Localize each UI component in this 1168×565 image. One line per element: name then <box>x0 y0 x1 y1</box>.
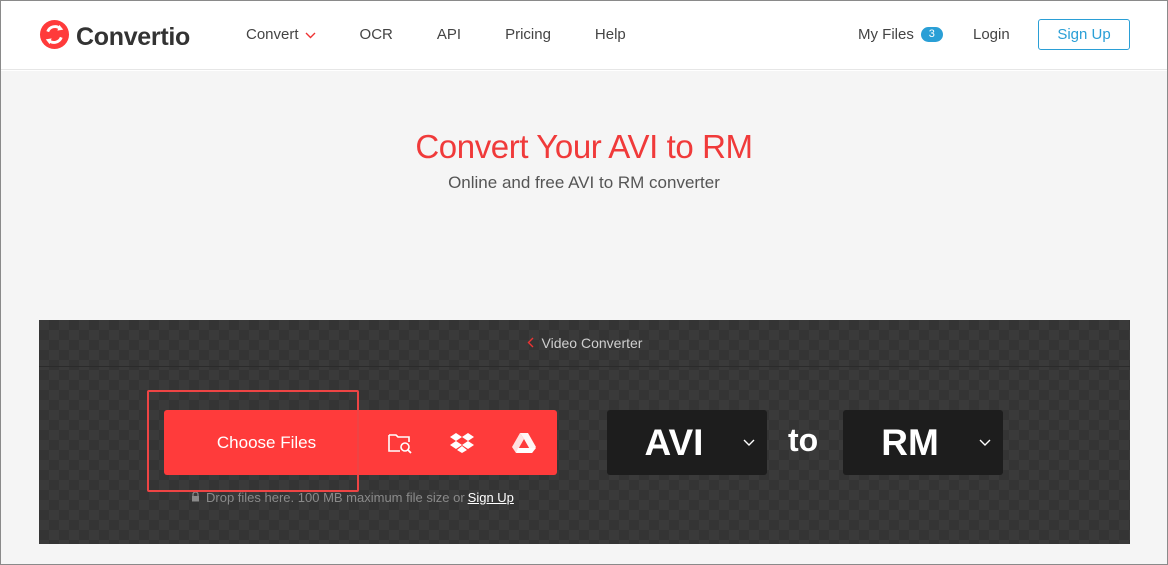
converter-breadcrumb[interactable]: Video Converter <box>39 320 1130 367</box>
main-nav: Convert OCR API Pricing Help <box>246 26 670 43</box>
convertio-logo-icon <box>39 19 70 55</box>
drop-files-note: Drop files here. 100 MB maximum file siz… <box>191 490 514 505</box>
to-format-value: RM <box>881 421 939 463</box>
to-label: to <box>788 422 819 458</box>
hero-section: Convert Your AVI to RM Online and free A… <box>1 71 1167 564</box>
converter-panel: Video Converter Choose Files Drop files … <box>39 320 1130 544</box>
google-drive-icon[interactable] <box>493 410 555 475</box>
nav-pricing[interactable]: Pricing <box>505 26 551 43</box>
nav-api[interactable]: API <box>437 26 461 43</box>
upload-button-group: Choose Files <box>164 410 557 475</box>
signup-button[interactable]: Sign Up <box>1038 19 1130 50</box>
drop-note-signup-link[interactable]: Sign Up <box>468 490 514 505</box>
top-header: Convertio Convert OCR API Pricing Help M… <box>1 1 1167 70</box>
page-subtitle: Online and free AVI to RM converter <box>448 173 720 192</box>
my-files-count-badge: 3 <box>920 27 943 42</box>
nav-convert-label: Convert <box>246 26 299 43</box>
choose-files-button[interactable]: Choose Files <box>164 410 369 475</box>
my-files-link[interactable]: My Files 3 <box>858 26 943 43</box>
nav-help[interactable]: Help <box>595 26 626 43</box>
to-format-select[interactable]: RM <box>843 410 1003 475</box>
nav-ocr[interactable]: OCR <box>360 26 393 43</box>
from-format-select[interactable]: AVI <box>607 410 767 475</box>
page-title: Convert Your AVI to RM <box>415 128 753 165</box>
logo-text: Convertio <box>76 22 190 51</box>
chevron-down-icon <box>305 26 316 43</box>
chevron-down-icon <box>967 439 1003 446</box>
dropbox-icon[interactable] <box>431 410 493 475</box>
nav-convert[interactable]: Convert <box>246 26 316 43</box>
login-link[interactable]: Login <box>973 26 1010 43</box>
chevron-down-icon <box>731 439 767 446</box>
drop-note-text: Drop files here. 100 MB maximum file siz… <box>206 490 465 505</box>
folder-search-icon[interactable] <box>369 410 431 475</box>
lock-icon <box>191 490 200 505</box>
my-files-label: My Files <box>858 26 914 43</box>
logo[interactable]: Convertio <box>39 19 190 55</box>
breadcrumb-label: Video Converter <box>541 335 643 351</box>
from-format-value: AVI <box>644 421 704 463</box>
chevron-left-icon <box>527 335 534 351</box>
